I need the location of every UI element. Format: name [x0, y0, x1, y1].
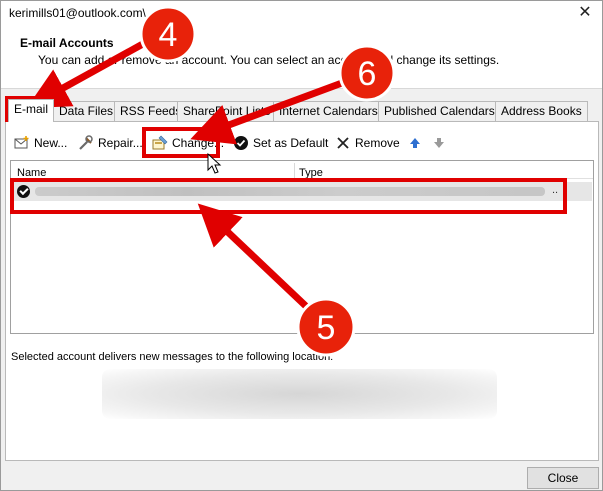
tab-data-files[interactable]: Data Files — [53, 101, 120, 121]
tab-internet-calendars[interactable]: Internet Calendars — [273, 101, 384, 121]
set-as-default-label: Set as Default — [253, 136, 329, 150]
new-label: New... — [34, 136, 68, 150]
check-circle-icon — [234, 136, 248, 150]
set-as-default-button[interactable]: Set as Default — [233, 133, 328, 153]
tab-email[interactable]: E-mail — [8, 99, 55, 122]
new-button[interactable]: New... — [14, 133, 67, 153]
email-tab-panel: New... Repair... Change... Set as Defaul… — [5, 121, 599, 461]
highlight-change-button — [142, 127, 220, 158]
arrow-down-icon — [434, 138, 444, 148]
tab-strip: E-mail Data Files RSS Feeds SharePoint L… — [5, 99, 599, 122]
column-divider[interactable] — [294, 163, 295, 178]
move-down-button[interactable] — [431, 133, 447, 153]
account-settings-dialog: kerimills01@outlook.com\ ✕ E-mail Accoun… — [0, 0, 603, 491]
remove-button[interactable]: Remove — [335, 133, 400, 153]
list-header: Name Type — [11, 161, 593, 179]
window-title: kerimills01@outlook.com\ — [9, 6, 146, 20]
tab-address-books[interactable]: Address Books — [495, 101, 588, 121]
new-mail-icon — [14, 136, 29, 149]
close-icon[interactable]: ✕ — [574, 3, 596, 23]
header-title: E-mail Accounts — [20, 36, 114, 50]
repair-button[interactable]: Repair... — [78, 133, 143, 153]
tab-published-calendars[interactable]: Published Calendars — [378, 101, 501, 121]
tab-sharepoint-lists[interactable]: SharePoint Lists — [177, 101, 277, 121]
move-up-button[interactable] — [407, 133, 423, 153]
highlight-account-row — [10, 178, 567, 214]
repair-tools-icon — [79, 135, 93, 150]
remove-x-icon — [337, 137, 349, 149]
title-bar: kerimills01@outlook.com\ ✕ — [1, 1, 602, 27]
arrow-up-icon — [410, 138, 420, 148]
repair-label: Repair... — [98, 136, 143, 150]
close-button[interactable]: Close — [527, 467, 599, 489]
blurred-delivery-location — [102, 369, 497, 419]
header-subtitle: You can add or remove an account. You ca… — [38, 53, 500, 67]
delivery-location-label: Selected account delivers new messages t… — [11, 351, 334, 363]
remove-label: Remove — [355, 136, 400, 150]
account-toolbar: New... Repair... Change... Set as Defaul… — [10, 130, 590, 154]
dialog-header: E-mail Accounts You can add or remove an… — [1, 27, 602, 89]
